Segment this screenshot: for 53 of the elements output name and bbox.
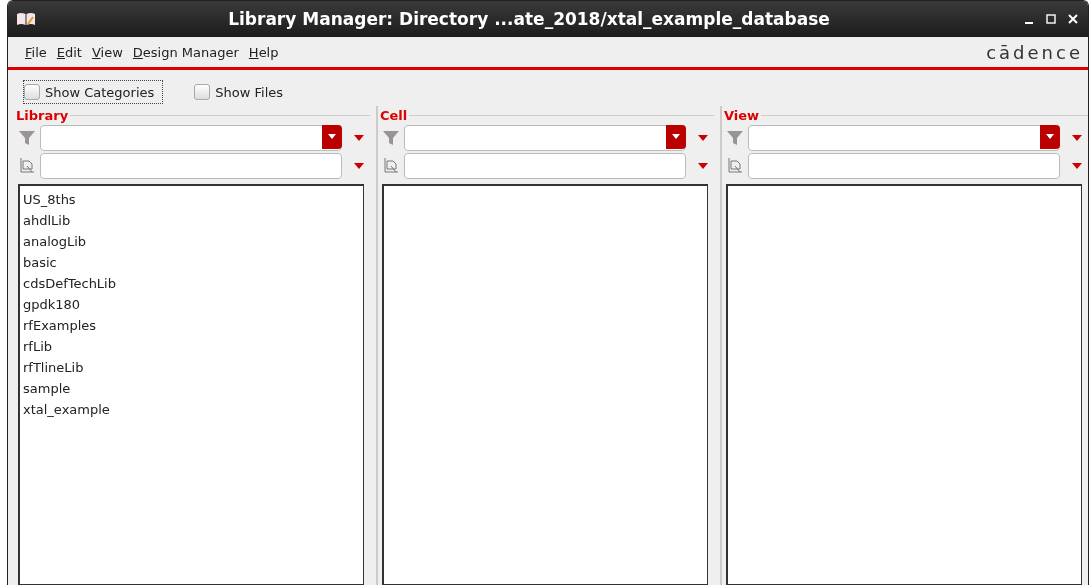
list-item[interactable]: ahdlLib bbox=[23, 210, 360, 231]
search-field[interactable] bbox=[40, 153, 342, 179]
dropdown-button[interactable] bbox=[1040, 125, 1060, 149]
maximize-button[interactable] bbox=[1044, 12, 1058, 26]
caret-icon bbox=[671, 134, 681, 140]
book-icon bbox=[16, 11, 36, 27]
filter-icon bbox=[726, 129, 744, 147]
browse-icon bbox=[18, 157, 36, 175]
maximize-icon bbox=[1046, 14, 1056, 24]
browse-icon bbox=[382, 157, 400, 175]
checkbox-option[interactable]: Show Files bbox=[193, 80, 293, 104]
panel-title: View bbox=[724, 107, 760, 123]
caret-icon bbox=[327, 134, 337, 140]
caret-icon[interactable] bbox=[698, 163, 708, 169]
close-icon bbox=[1068, 14, 1078, 24]
list-item[interactable]: basic bbox=[23, 252, 360, 273]
caret-icon[interactable] bbox=[354, 135, 364, 141]
menu-item[interactable]: File bbox=[20, 44, 52, 60]
list-item[interactable]: gpdk180 bbox=[23, 294, 360, 315]
filter-field[interactable] bbox=[404, 125, 686, 151]
caret-icon[interactable] bbox=[1072, 135, 1082, 141]
menu-item[interactable]: Help bbox=[243, 44, 284, 60]
window-title: Library Manager: Directory ...ate_2018/xtal_example_database bbox=[227, 9, 831, 29]
dropdown-button[interactable] bbox=[322, 125, 342, 149]
dropdown-button[interactable] bbox=[666, 125, 686, 149]
panel-title: Library bbox=[16, 107, 69, 123]
caret-icon[interactable] bbox=[1072, 163, 1082, 169]
panel-title: Cell bbox=[380, 107, 408, 123]
list-item[interactable]: US_8ths bbox=[23, 189, 360, 210]
filter-icon bbox=[382, 129, 400, 147]
filter-icon bbox=[18, 129, 36, 147]
filter-field[interactable] bbox=[40, 125, 342, 151]
logo-text: cādence bbox=[986, 41, 1083, 63]
list-item[interactable]: rfLib bbox=[23, 336, 360, 357]
filter-field[interactable] bbox=[748, 125, 1060, 151]
caret-icon[interactable] bbox=[698, 135, 708, 141]
list-item[interactable]: rfExamples bbox=[23, 315, 360, 336]
list-item[interactable]: rfTlineLib bbox=[23, 357, 360, 378]
list-item[interactable]: analogLib bbox=[23, 231, 360, 252]
search-field[interactable] bbox=[748, 153, 1060, 179]
browse-icon bbox=[726, 157, 744, 175]
list-item[interactable]: cdsDefTechLib bbox=[23, 273, 360, 294]
caret-icon bbox=[1045, 134, 1055, 140]
search-field[interactable] bbox=[404, 153, 686, 179]
minimize-icon bbox=[1025, 21, 1033, 24]
close-button[interactable] bbox=[1066, 12, 1080, 26]
menu-item[interactable]: Edit bbox=[51, 44, 87, 60]
list-item[interactable]: sample bbox=[23, 378, 360, 399]
list-item[interactable]: xtal_example bbox=[23, 399, 360, 420]
menu-item[interactable]: Design Manager bbox=[127, 44, 244, 60]
caret-icon[interactable] bbox=[354, 163, 364, 169]
menu-item[interactable]: View bbox=[86, 44, 128, 60]
checkbox-option[interactable]: Show Categories bbox=[23, 80, 164, 104]
